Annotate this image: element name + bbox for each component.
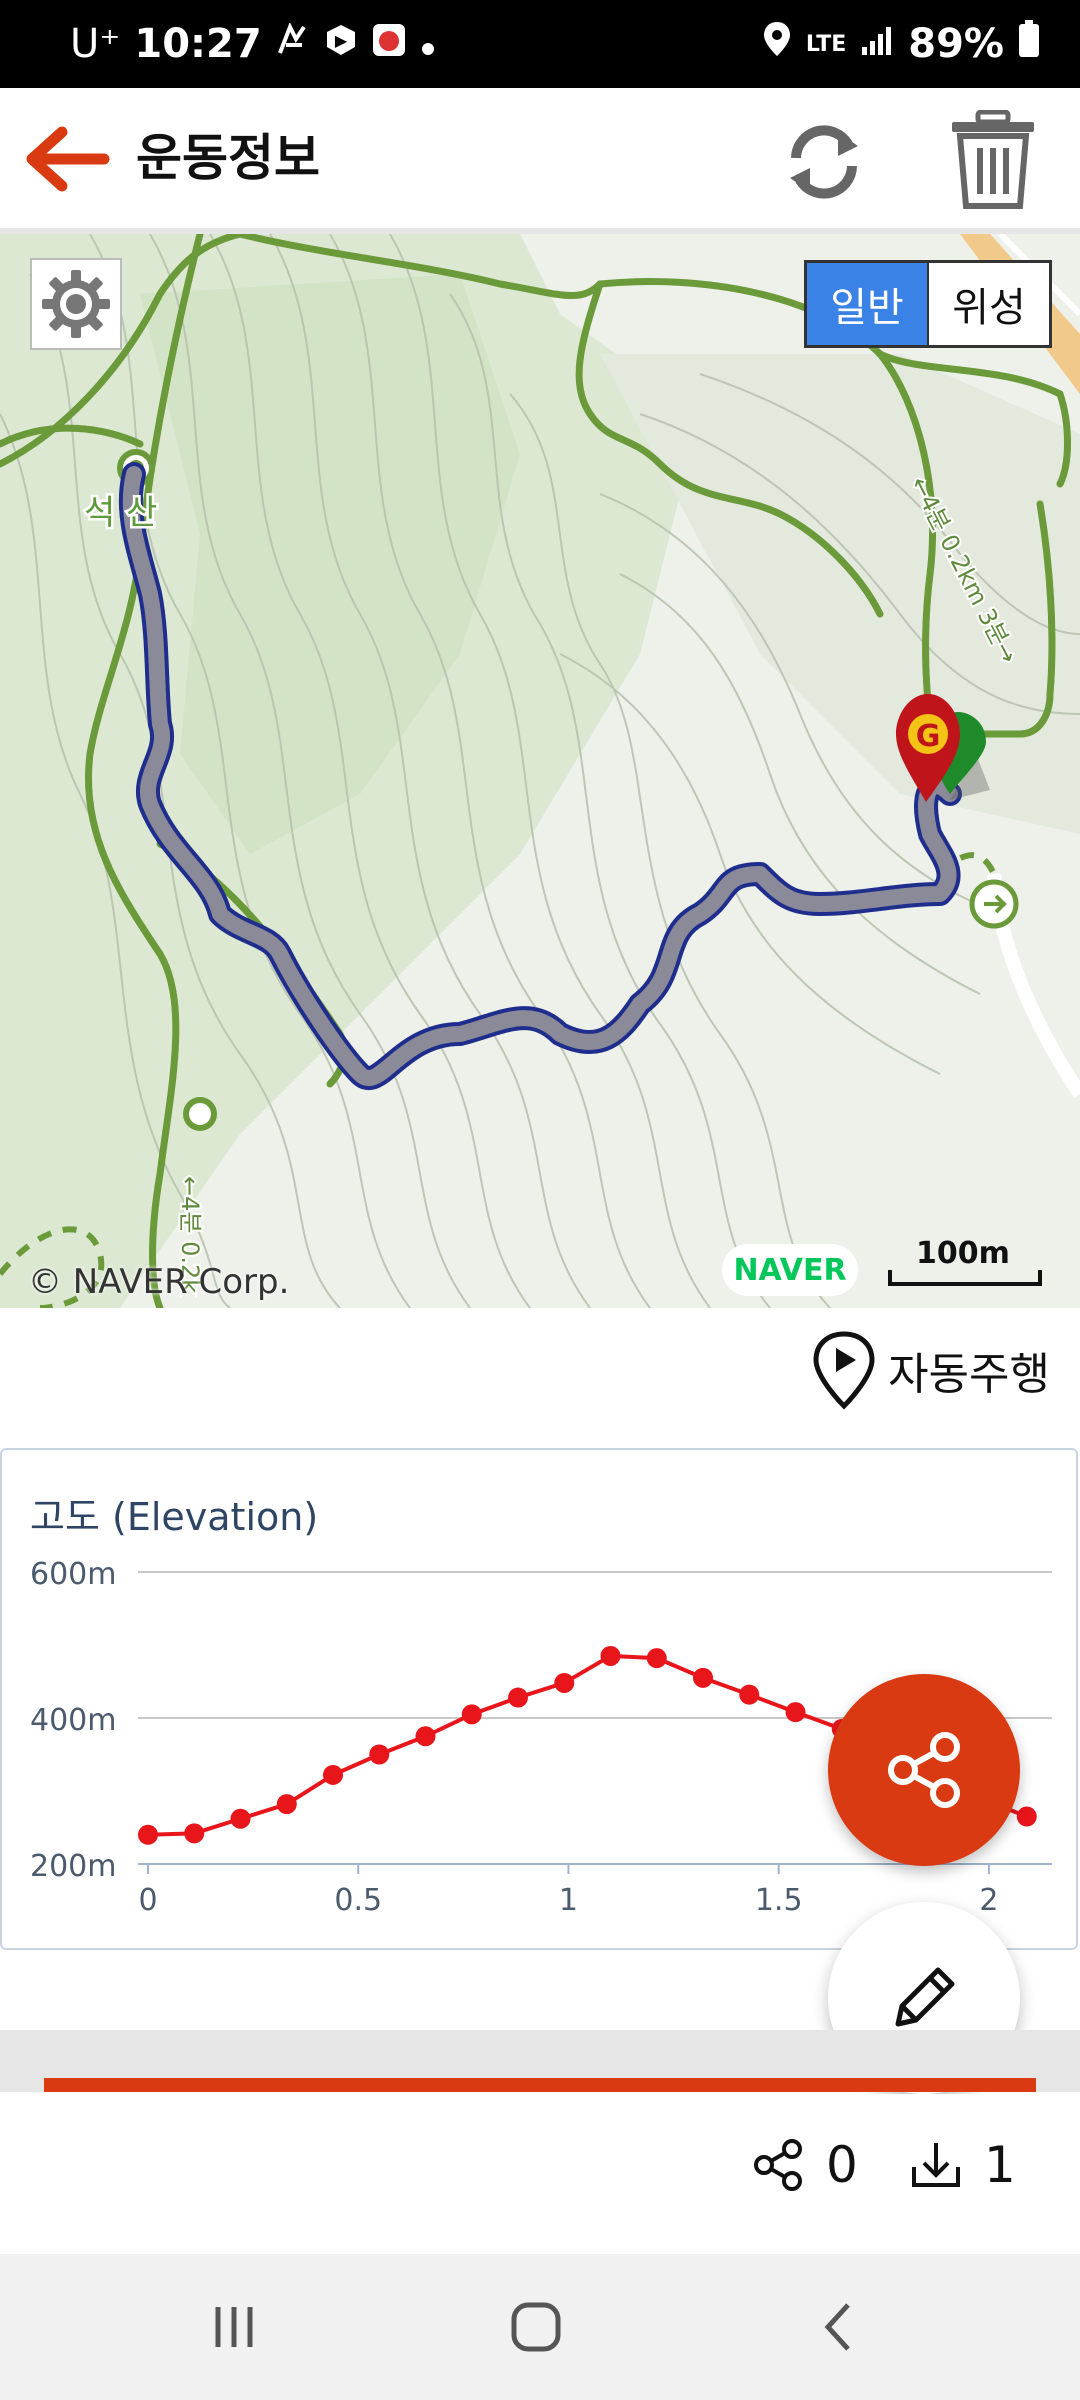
map-scale-bar (888, 1270, 1042, 1286)
map-type-normal[interactable]: 일반 (807, 263, 927, 345)
status-bar: U⁺ 10:27 ▶ LTE 89% (0, 0, 1080, 88)
network-label: LTE (805, 31, 847, 57)
x-tick-label: 2 (979, 1883, 998, 1918)
elevation-point (184, 1823, 205, 1844)
elevation-point (739, 1684, 760, 1705)
stats-row: 0 1 (0, 2094, 1080, 2254)
share-outline-icon (754, 2139, 802, 2191)
map-type-toggle: 일반 위성 (804, 260, 1052, 348)
elevation-point (138, 1824, 158, 1845)
recent-apps-icon (215, 2307, 253, 2347)
pencil-icon (895, 1967, 955, 2027)
home-icon (511, 2302, 561, 2352)
system-nav-bar (0, 2254, 1080, 2400)
download-count[interactable]: 1 (908, 2136, 1016, 2194)
page-title: 운동정보 (136, 129, 320, 187)
map-settings-button[interactable] (30, 258, 122, 350)
x-tick-label: 1 (559, 1883, 578, 1918)
place-label: 석 산 (84, 493, 157, 533)
app-bar: 운동정보 (0, 88, 1080, 234)
elevation-point (785, 1702, 806, 1723)
elevation-point (276, 1794, 297, 1815)
map-canvas: G 석 산 ←4분 0.2km 3분→ ←4분 0.2k (0, 234, 1080, 1308)
y-tick-label: 400m (30, 1703, 116, 1738)
progress-bar (44, 2078, 1036, 2092)
carrier-label: U⁺ (70, 21, 121, 67)
y-tick-label: 600m (30, 1557, 116, 1592)
back-arrow-icon[interactable] (22, 124, 112, 194)
x-tick-label: 1.5 (755, 1883, 803, 1918)
autoplay-label: 자동주행 (888, 1349, 1050, 1400)
play-pin-icon (813, 1331, 875, 1410)
elevation-point (554, 1672, 575, 1693)
back-chevron-icon (824, 2303, 850, 2351)
elevation-point (1016, 1806, 1037, 1827)
elevation-point (508, 1687, 529, 1708)
signal-icon (860, 21, 894, 67)
x-tick-label: 0.5 (334, 1883, 382, 1918)
gear-icon (42, 270, 110, 338)
share-count-value: 0 (826, 2136, 858, 2194)
map-scale: 100m (886, 1236, 1042, 1286)
map-copyright: © NAVER Corp. (28, 1262, 290, 1302)
elevation-point (369, 1744, 390, 1765)
share-count[interactable]: 0 (750, 2136, 858, 2194)
trash-icon[interactable] (948, 109, 1038, 210)
share-icon (888, 1732, 960, 1808)
autoplay-button[interactable]: 자동주행 (812, 1328, 1050, 1412)
share-fab[interactable] (828, 1674, 1020, 1866)
download-icon (912, 2143, 960, 2187)
shield-notification-icon: ▶ (324, 21, 358, 67)
app-notification-icon (276, 21, 310, 67)
map-scale-label: 100m (916, 1236, 1010, 1271)
route-map[interactable]: G 석 산 ←4분 0.2km 3분→ ←4분 0.2k 일반 위성 © NAV… (0, 234, 1080, 1308)
home-button[interactable] (496, 2292, 576, 2362)
elevation-point (230, 1808, 251, 1829)
goal-marker-letter: G (916, 719, 941, 754)
battery-icon (1018, 20, 1040, 68)
battery-percent: 89% (908, 21, 1004, 67)
x-tick-label: 0 (138, 1883, 157, 1918)
y-tick-label: 200m (30, 1849, 116, 1884)
elevation-point (323, 1764, 344, 1785)
elevation-point (646, 1648, 667, 1669)
game-notification-icon (372, 21, 406, 67)
elevation-point (461, 1704, 482, 1725)
back-button[interactable] (800, 2292, 880, 2362)
svg-text:▶: ▶ (335, 31, 348, 50)
elevation-point (600, 1645, 621, 1666)
elevation-point (693, 1667, 714, 1688)
elevation-point (415, 1726, 436, 1747)
naver-logo: NAVER (722, 1244, 858, 1296)
recent-apps-button[interactable] (194, 2292, 274, 2362)
dot-notification-icon (420, 21, 436, 67)
clock: 10:27 (134, 21, 262, 67)
refresh-icon[interactable] (776, 114, 872, 210)
location-icon (762, 20, 792, 68)
map-type-satellite[interactable]: 위성 (927, 263, 1049, 345)
download-count-value: 1 (984, 2136, 1016, 2194)
